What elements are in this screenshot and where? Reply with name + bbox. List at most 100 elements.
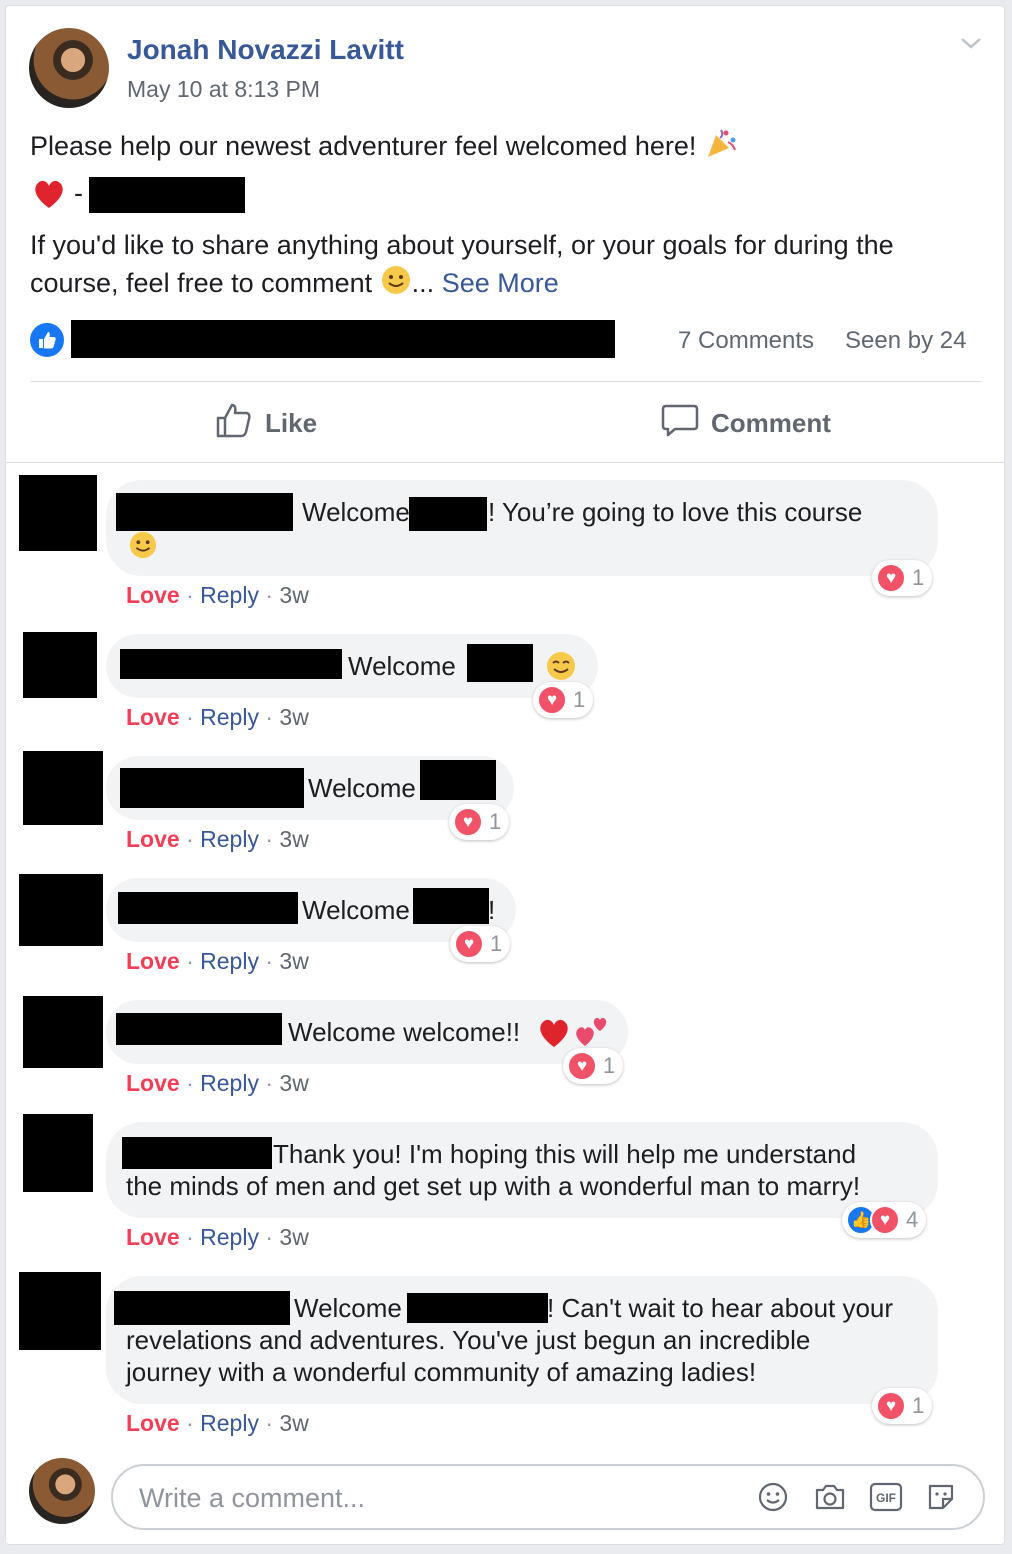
redacted-name[interactable]	[120, 649, 342, 679]
comment-text: ! You’re going to love this course	[488, 497, 863, 527]
comment-text: Welcome welcome!!	[288, 1017, 521, 1047]
love-link[interactable]: Love	[126, 948, 180, 974]
composer-avatar[interactable]	[29, 1458, 95, 1524]
post-text-line2: If you'd like to share anything about yo…	[30, 230, 894, 260]
reply-link[interactable]: Reply	[200, 1224, 259, 1250]
heart-icon: ♥	[567, 1051, 597, 1081]
smile-icon	[128, 530, 158, 565]
love-link[interactable]: Love	[126, 704, 180, 730]
reaction-count[interactable]: ♥ 1	[449, 804, 510, 840]
redacted-reactors	[71, 320, 615, 358]
comment-age[interactable]: 3w	[279, 1224, 308, 1250]
reply-link[interactable]: Reply	[200, 582, 259, 608]
smile-icon[interactable]	[757, 1481, 789, 1513]
comment-avatar[interactable]	[19, 1272, 101, 1350]
love-link[interactable]: Love	[126, 826, 180, 852]
seen-by[interactable]: Seen by 24	[845, 327, 966, 355]
comment-text: the minds of men and get set up with a w…	[126, 1171, 861, 1201]
comment-age[interactable]: 3w	[279, 1070, 308, 1096]
comment-input[interactable]	[137, 1476, 721, 1520]
love-link[interactable]: Love	[126, 1410, 180, 1436]
reaction-count[interactable]: ♥ 1	[872, 1388, 933, 1424]
love-link[interactable]: Love	[126, 1070, 180, 1096]
comment-avatar[interactable]	[23, 1114, 93, 1192]
comment-age[interactable]: 3w	[279, 826, 308, 852]
see-more-link[interactable]: See More	[442, 268, 559, 298]
reply-link[interactable]: Reply	[200, 1070, 259, 1096]
reaction-count[interactable]: ♥ 1	[450, 926, 511, 962]
separator: ·	[186, 826, 194, 852]
comment-text: Welcome	[308, 773, 416, 803]
love-link[interactable]: Love	[126, 582, 180, 608]
reaction-number: 4	[906, 1207, 919, 1232]
separator: ·	[186, 948, 194, 974]
camera-icon[interactable]	[813, 1481, 845, 1513]
redacted-name	[467, 644, 533, 682]
comment-links: Love · Reply · 3w	[126, 948, 309, 975]
reaction-number: 1	[912, 1393, 925, 1418]
divider	[6, 462, 1004, 463]
redacted-name[interactable]	[118, 892, 298, 924]
gif-icon[interactable]: GIF	[869, 1481, 903, 1513]
chevron-down-icon[interactable]	[959, 34, 983, 52]
separator: ·	[186, 1070, 194, 1096]
comment-age[interactable]: 3w	[279, 582, 308, 608]
comment-avatar[interactable]	[23, 632, 97, 698]
redacted-name[interactable]	[114, 1291, 290, 1325]
heart-icon	[537, 1017, 571, 1054]
comment-avatar[interactable]	[23, 751, 103, 825]
reply-link[interactable]: Reply	[200, 948, 259, 974]
reaction-count[interactable]: ♥ 1	[533, 682, 594, 718]
reply-link[interactable]: Reply	[200, 826, 259, 852]
heart-icon: ♥	[537, 685, 567, 715]
comment-text: !	[488, 895, 496, 925]
comment-label: Comment	[711, 408, 831, 438]
party-popper-icon	[704, 126, 738, 170]
love-link[interactable]: Love	[126, 1224, 180, 1250]
redacted-name[interactable]	[116, 493, 293, 531]
comment-avatar[interactable]	[23, 996, 103, 1068]
comment-text: Welcome	[302, 895, 410, 925]
comment-composer[interactable]: GIF	[111, 1464, 985, 1530]
reply-link[interactable]: Reply	[200, 704, 259, 730]
reaction-count[interactable]: ♥ 1	[563, 1048, 624, 1084]
reaction-number: 1	[573, 687, 586, 712]
separator: ·	[186, 582, 194, 608]
comment-text: ! Can't wait to hear about your	[547, 1293, 894, 1323]
comment-avatar[interactable]	[19, 874, 103, 946]
like-icon[interactable]	[28, 321, 66, 359]
separator: ·	[265, 1224, 274, 1250]
comment-button[interactable]: Comment	[661, 401, 831, 446]
ellipsis: ...	[411, 268, 435, 299]
redacted-name[interactable]	[116, 1013, 282, 1045]
sticker-icon[interactable]	[925, 1481, 957, 1513]
reaction-number: 1	[489, 809, 502, 834]
separator: ·	[265, 1410, 274, 1436]
reaction-number: 1	[490, 931, 503, 956]
redacted-name[interactable]	[120, 768, 304, 808]
comment-text: Thank you! I'm hoping this will help me …	[273, 1139, 857, 1169]
heart-icon: ♥	[454, 929, 484, 959]
author-avatar[interactable]	[29, 28, 109, 108]
comment-avatar[interactable]	[19, 475, 97, 551]
separator: ·	[265, 948, 274, 974]
comment-links: Love · Reply · 3w	[126, 704, 309, 731]
redacted-name[interactable]	[122, 1137, 272, 1169]
comment-age[interactable]: 3w	[279, 704, 308, 730]
comment-links: Love · Reply · 3w	[126, 1224, 309, 1251]
post-timestamp[interactable]: May 10 at 8:13 PM	[127, 76, 320, 103]
separator: ·	[265, 826, 274, 852]
divider	[30, 381, 981, 382]
reaction-count[interactable]: ♥ 1	[872, 560, 933, 596]
heart-dash: -	[74, 178, 83, 208]
reaction-number: 1	[603, 1053, 616, 1078]
comment-age[interactable]: 3w	[279, 1410, 308, 1436]
post-text-1: Please help our newest adventurer feel w…	[30, 131, 697, 162]
comments-count[interactable]: 7 Comments	[678, 327, 814, 355]
reaction-count[interactable]: 👍 ♥ 4	[842, 1202, 927, 1238]
reaction-number: 1	[912, 565, 925, 590]
author-name[interactable]: Jonah Novazzi Lavitt	[127, 34, 404, 66]
like-button[interactable]: Like	[215, 401, 317, 446]
reply-link[interactable]: Reply	[200, 1410, 259, 1436]
comment-age[interactable]: 3w	[279, 948, 308, 974]
